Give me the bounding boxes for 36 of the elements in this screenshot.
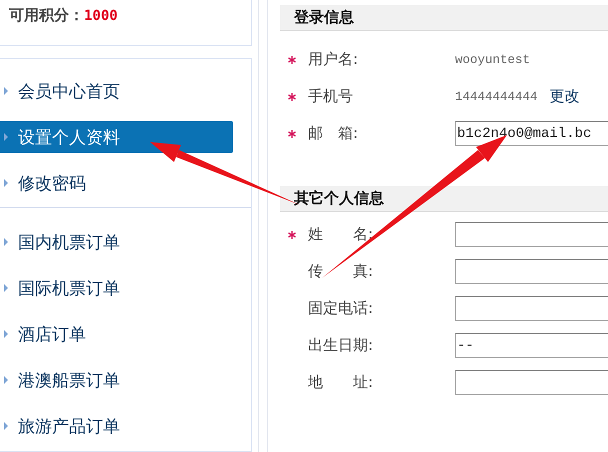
bullet-icon	[4, 87, 8, 95]
points-label: 可用积分：	[9, 6, 84, 24]
change-link[interactable]: 更改	[550, 87, 580, 106]
input-field[interactable]	[455, 259, 608, 284]
bullet-icon	[4, 422, 8, 430]
input-field[interactable]: --	[455, 333, 608, 358]
sidebar-item[interactable]: 会员中心首页	[0, 75, 233, 107]
sidebar-item[interactable]: 旅游产品订单	[0, 410, 233, 442]
input-field[interactable]	[455, 222, 608, 247]
input-field[interactable]: b1c2n4o0@mail.bc	[455, 121, 608, 146]
field-label: 手机号	[308, 87, 354, 106]
field-label: 出生日期:	[308, 336, 374, 355]
sidebar-item[interactable]: 港澳船票订单	[0, 364, 233, 396]
bullet-icon	[4, 376, 8, 384]
bullet-icon	[4, 179, 8, 187]
points-value: 1000	[84, 8, 118, 24]
field-label: 邮 箱:	[308, 124, 360, 143]
field-value: 14444444444	[455, 90, 538, 104]
input-field[interactable]	[455, 296, 608, 321]
field-label: 用户名:	[308, 50, 360, 69]
sidebar-item[interactable]: 国际机票订单	[0, 272, 233, 304]
input-field[interactable]	[455, 370, 608, 395]
sidebar-item[interactable]: 修改密码	[0, 167, 233, 199]
bullet-icon	[4, 133, 8, 141]
field-value: wooyuntest	[455, 52, 530, 66]
field-label: 传 真:	[308, 262, 374, 281]
field-label: 地 址:	[308, 373, 374, 392]
bullet-icon	[4, 330, 8, 338]
bullet-icon	[4, 238, 8, 246]
sidebar-item[interactable]: 国内机票订单	[0, 226, 233, 258]
sidebar-item[interactable]: 酒店订单	[0, 318, 233, 350]
field-label: 固定电话:	[308, 299, 374, 318]
section-header: 登录信息	[280, 5, 608, 31]
sidebar-item[interactable]: 设置个人资料	[0, 121, 233, 153]
section-header: 其它个人信息	[280, 186, 608, 212]
bullet-icon	[4, 284, 8, 292]
